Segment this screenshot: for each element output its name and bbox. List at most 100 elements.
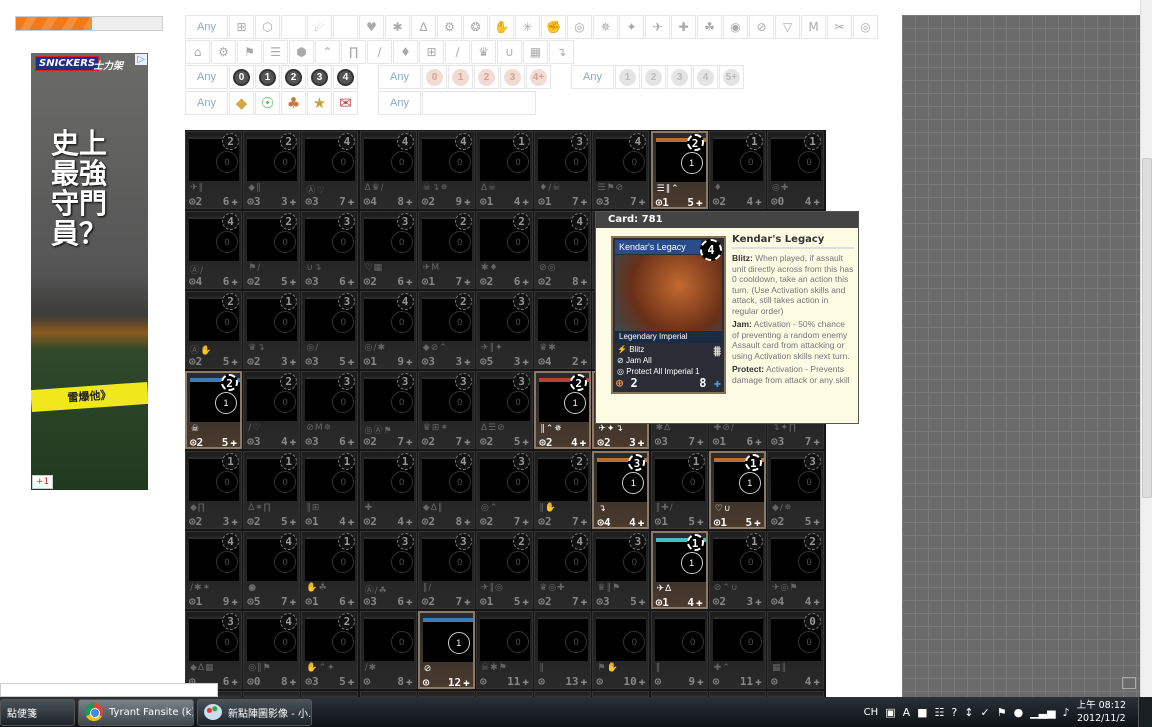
scrollbar-thumb[interactable]	[1142, 158, 1152, 498]
card-tile[interactable]: 3 0 ♛⊞✶ ⊙2 7 ✚	[417, 371, 475, 449]
card-tile[interactable]: 2 1 ☠ ⊙2 5 ✚	[185, 371, 242, 449]
skill-filter-button[interactable]: ⚑	[237, 40, 262, 64]
filter-any-cost[interactable]: Any	[185, 65, 228, 89]
card-tile[interactable]: 0 ∥ ⊙ 13 ✚	[534, 611, 592, 689]
card-tile[interactable]: 2 0 ✋⌃✦ ⊙3 5 ✚	[301, 611, 359, 689]
faction-filter-button[interactable]: ◆	[229, 91, 254, 115]
card-tile[interactable]: 2 0 Ⓐ✋ ⊙2 5 ✚	[185, 291, 242, 369]
tray-icon[interactable]: ■	[917, 706, 927, 719]
card-tile[interactable]: 0 ✚⌃ ⊙ 11 ✚	[708, 611, 766, 689]
ad-cta[interactable]: 雷爆他》	[31, 381, 148, 413]
language-indicator[interactable]: CH	[864, 707, 879, 718]
skill-filter-button[interactable]: ☰	[263, 40, 288, 64]
card-tile[interactable]: 3 0 ♦∕☠ ⊙1 7 ✚	[534, 131, 592, 209]
filter-any-attack[interactable]: Any	[571, 65, 614, 89]
card-tile[interactable]: 4 0 ∕✱✶ ⊙1 9 ✚	[185, 531, 242, 609]
attack-filter-button[interactable]: 2	[641, 65, 666, 89]
card-tile[interactable]: 1 1 ♡∪ ⊙1 5 ✚	[708, 451, 766, 529]
card-tile[interactable]: 2 0 ✱♦ ⊙2 6 ✚	[476, 211, 533, 289]
card-tile[interactable]: 4 0 ◎∥⚑ ⊙0 8 ✚	[243, 611, 301, 689]
card-tile[interactable]: 3 0 ◆∆▦ ⊙ 6 ✚	[185, 611, 242, 689]
skill-filter-button[interactable]: ⬢	[289, 40, 314, 64]
card-tile[interactable]: 3 0 ◎Ⓐ⚑ ⊙2 7 ✚	[359, 371, 417, 449]
card-tile[interactable]: 1 0 ♛↴ ⊙2 3 ✚	[243, 291, 301, 369]
skill-filter-button[interactable]: ⌂	[185, 40, 210, 64]
card-tile[interactable]: 1 0 ◆∏ ⊙2 3 ✚	[185, 451, 242, 529]
timer-filter-button[interactable]: 3	[500, 65, 525, 89]
card-tile[interactable]: 3 0 ♛∥⚑ ⊙3 5 ✚	[592, 531, 650, 609]
attack-filter-button[interactable]: 3	[667, 65, 692, 89]
card-tile[interactable]: 4 0 ◎∕✱ ⊙1 9 ✚	[359, 291, 417, 369]
skill-filter-button[interactable]: ☘	[697, 15, 722, 39]
card-tile[interactable]: 2 1 ∥⌃✵ ⊙2 4 ✚	[534, 371, 592, 449]
tray-icon[interactable]: ?	[951, 706, 957, 719]
card-tile[interactable]: 1 0 ∥⊞ ⊙1 4 ✚	[301, 451, 359, 529]
cost-filter-button[interactable]: 0	[229, 65, 254, 89]
skill-filter-button[interactable]: ✳	[515, 15, 540, 39]
filter-any-faction[interactable]: Any	[185, 91, 228, 115]
skill-filter-button[interactable]: ☄	[307, 15, 332, 39]
skill-filter-button[interactable]: ♛	[471, 40, 496, 64]
skill-filter-button[interactable]: ✚	[671, 15, 696, 39]
timer-filter-button[interactable]: 0	[422, 65, 447, 89]
card-tile[interactable]: 2 0 ✈∥◎ ⊙1 5 ✚	[476, 531, 533, 609]
skill-filter-button[interactable]	[281, 15, 306, 39]
tray-icon[interactable]: ☷	[935, 706, 945, 719]
card-tile[interactable]: 0 ∥ ⊙ 9 ✚	[650, 611, 708, 689]
skill-filter-button[interactable]: ✋	[489, 15, 514, 39]
show-desktop-button[interactable]	[1138, 697, 1152, 727]
skill-filter-button[interactable]: ✊	[541, 15, 566, 39]
filter-any-skill[interactable]: Any	[185, 15, 228, 39]
attack-filter-button[interactable]: 1	[615, 65, 640, 89]
card-tile[interactable]: 1 0 ∆✶∏ ⊙2 5 ✚	[243, 451, 301, 529]
adchoices-icon[interactable]: ▷	[135, 54, 147, 65]
card-tile[interactable]: 4 0 ◆∆∥ ⊙2 8 ✚	[417, 451, 475, 529]
tray-icon[interactable]: ✓	[980, 706, 989, 719]
google-plus-one-button[interactable]: +1	[32, 475, 54, 489]
expand-icon[interactable]	[1122, 677, 1136, 689]
card-tile[interactable]: 2 0 ✈M ⊙1 7 ✚	[417, 211, 475, 289]
tray-icon[interactable]: A	[903, 706, 911, 719]
card-tile[interactable]: 1 0 ✋☘ ⊙1 6 ✚	[301, 531, 359, 609]
skill-filter-button[interactable]: ♥	[359, 15, 384, 39]
card-tile[interactable]: 2 0 ✈∥ ⊙2 6 ✚	[185, 131, 242, 209]
tray-icon[interactable]: ▁▃▅	[1030, 706, 1055, 719]
card-tile[interactable]: 3 0 ∥∕ ⊙2 7 ✚	[417, 531, 475, 609]
faction-filter-button[interactable]: ☉	[255, 91, 280, 115]
card-tile[interactable]: 1 0 ◎✚ ⊙0 4 ✚	[767, 131, 824, 209]
card-tile[interactable]: 4 0 Ⓐ♡ ⊙3 7 ✚	[301, 131, 359, 209]
card-tile[interactable]: 4 0 ⊘◎ ⊙2 8 ✚	[534, 211, 592, 289]
skill-filter-button[interactable]: ∏	[341, 40, 366, 64]
skill-filter-button[interactable]: ⚙	[211, 40, 236, 64]
cost-filter-button[interactable]: 2	[281, 65, 306, 89]
card-tile[interactable]: 2 0 ◆⊘⌃ ⊙3 3 ✚	[417, 291, 475, 369]
card-tile[interactable]: 2 0 ∕♡ ⊙3 4 ✚	[243, 371, 301, 449]
skill-filter-button[interactable]: ▽	[775, 15, 800, 39]
name-search-input[interactable]	[422, 91, 536, 115]
skill-filter-button[interactable]: ✱	[385, 15, 410, 39]
card-tile[interactable]: 0 ∕✱ ⊙ 8 ✚	[359, 611, 417, 689]
skill-filter-button[interactable]: ↴	[549, 40, 574, 64]
card-tile[interactable]: 1 0 ✚ ⊙2 4 ✚	[359, 451, 417, 529]
card-tile[interactable]: 2 0 ♛✱ ⊙4 2 ✚	[534, 291, 592, 369]
skill-filter-button[interactable]: ◉	[723, 15, 748, 39]
card-tile[interactable]: 4 0 ∆♛∕ ⊙4 8 ✚	[359, 131, 417, 209]
skill-filter-button[interactable]: ✦	[619, 15, 644, 39]
card-tile[interactable]: 0 ☠✱⚑ ⊙ 11 ✚	[476, 611, 533, 689]
skill-filter-button[interactable]: M	[801, 15, 826, 39]
faction-filter-button[interactable]: ✉	[333, 91, 358, 115]
skill-filter-button[interactable]: ⊘	[749, 15, 774, 39]
cost-filter-button[interactable]: 3	[307, 65, 332, 89]
card-tile[interactable]: 3 0 ✈∥✦ ⊙5 3 ✚	[476, 291, 533, 369]
card-tile[interactable]: 1 0 ∥✚∕ ⊙1 5 ✚	[650, 451, 708, 529]
skill-filter-button[interactable]: ⊞	[229, 15, 254, 39]
skill-filter-button[interactable]: ∆	[411, 15, 436, 39]
taskbar-item-notes[interactable]: 點便箋	[0, 698, 75, 726]
card-tile[interactable]: 4 0 ☰⚑⊘ ⊙3 7 ✚	[592, 131, 650, 209]
card-tile[interactable]: 3 1 ↴ ⊙4 4 ✚	[592, 451, 650, 529]
card-tile[interactable]: 4 0 ☠↴✵ ⊙2 9 ✚	[417, 131, 475, 209]
card-tile[interactable]: 4 0 ● ⊙5 7 ✚	[243, 531, 301, 609]
card-tile[interactable]: 4 0 ♛◎✚ ⊙2 7 ✚	[534, 531, 592, 609]
skill-filter-button[interactable]: ✈	[645, 15, 670, 39]
card-tile[interactable]: 3 0 ∆☰⊘ ⊙2 5 ✚	[476, 371, 533, 449]
